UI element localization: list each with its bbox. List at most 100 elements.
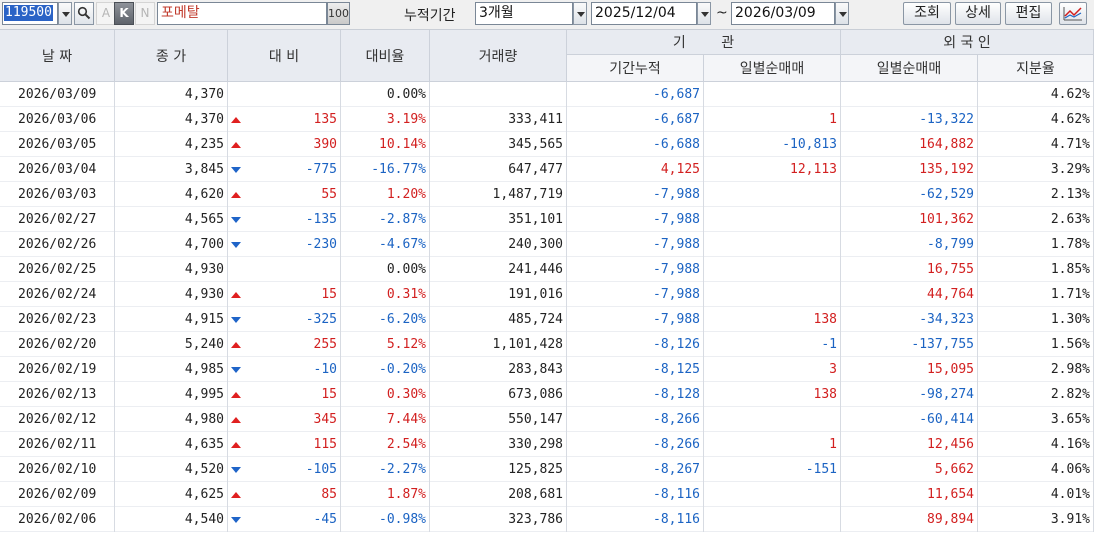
end-date-calendar-button[interactable] [835, 2, 849, 25]
cell-date-text: 2026/02/12 [18, 412, 97, 427]
period-select[interactable]: 3개월 [475, 2, 573, 25]
cell-change-rate: 1.87% [341, 482, 430, 507]
cell-foreign-share-text: 2.13% [1050, 187, 1090, 202]
cell-change-rate-text: 2.54% [386, 437, 426, 452]
start-date-input[interactable]: 2025/12/04 [591, 2, 697, 25]
table-row[interactable]: 2026/03/04 3,845 -775 -16.77% 647,477 4,125 12… [0, 157, 1094, 182]
cell-inst-cumulative-text: -8,125 [653, 362, 700, 377]
edit-button[interactable]: 편집 [1005, 2, 1052, 25]
col-header-date[interactable]: 날 짜 [0, 30, 115, 82]
market-k-toggle[interactable]: K [114, 2, 134, 25]
col-header-inst-cumulative[interactable]: 기간누적 [567, 55, 704, 82]
cell-change-rate: 7.44% [341, 407, 430, 432]
down-triangle-icon [231, 517, 241, 523]
stock-code-dropdown-button[interactable] [58, 2, 72, 25]
cell-foreign-daily: 5,662 [841, 457, 978, 482]
cell-change-rate-text: -6.20% [379, 312, 426, 327]
cell-volume-text: 323,786 [508, 512, 563, 527]
table-row[interactable]: 2026/02/10 4,520 -105 -2.27% 125,825 -8,267 -1… [0, 457, 1094, 482]
table-row[interactable]: 2026/02/19 4,985 -10 -0.20% 283,843 -8,125 3 15… [0, 357, 1094, 382]
down-triangle-icon [231, 467, 241, 473]
cell-volume: 330,298 [430, 432, 567, 457]
cell-foreign-share-text: 4.62% [1050, 87, 1090, 102]
cell-close-text: 4,995 [184, 387, 224, 402]
table-row[interactable]: 2026/03/09 4,370 0.00% -6,687 4.62% [0, 82, 1094, 107]
cell-inst-daily: 138 [704, 382, 841, 407]
table-row[interactable]: 2026/02/20 5,240 255 5.12% 1,101,428 -8,126 -1… [0, 332, 1094, 357]
table-row[interactable]: 2026/03/03 4,620 55 1.20% 1,487,719 -7,988 -62… [0, 182, 1094, 207]
table-row[interactable]: 2026/02/11 4,635 115 2.54% 330,298 -8,266 1 12,… [0, 432, 1094, 457]
cell-change-rate-text: -4.67% [379, 237, 426, 252]
cell-change-rate-text: 10.14% [379, 137, 426, 152]
cell-close: 4,995 [115, 382, 228, 407]
cell-change: 15 [228, 382, 341, 407]
search-icon-button[interactable] [74, 2, 94, 25]
col-header-foreign-share[interactable]: 지분율 [978, 55, 1094, 82]
cell-foreign-daily: -34,323 [841, 307, 978, 332]
cell-date-text: 2026/03/05 [18, 137, 97, 152]
market-n-toggle[interactable]: N [135, 2, 155, 25]
table-row[interactable]: 2026/02/09 4,625 85 1.87% 208,681 -8,116 11,65… [0, 482, 1094, 507]
cell-foreign-daily: 164,882 [841, 132, 978, 157]
col-header-change-rate[interactable]: 대비율 [341, 30, 430, 82]
detail-button[interactable]: 상세 [955, 2, 1001, 25]
end-date-input[interactable]: 2026/03/09 [731, 2, 835, 25]
cell-date: 2026/03/06 [0, 107, 115, 132]
table-row[interactable]: 2026/02/06 4,540 -45 -0.98% 323,786 -8,116 89,… [0, 507, 1094, 532]
table-row[interactable]: 2026/03/05 4,235 390 10.14% 345,565 -6,688 -10… [0, 132, 1094, 157]
col-header-close[interactable]: 종 가 [115, 30, 228, 82]
stock-code-input[interactable]: 119500 [2, 2, 58, 25]
down-triangle-icon [231, 317, 241, 323]
cell-change-rate: -2.27% [341, 457, 430, 482]
cell-volume-text: 330,298 [508, 437, 563, 452]
cell-foreign-daily-text: -34,323 [919, 312, 974, 327]
start-date-calendar-button[interactable] [697, 2, 711, 25]
cell-close-text: 4,635 [184, 437, 224, 452]
market-a-toggle[interactable]: A [96, 2, 116, 25]
table-row[interactable]: 2026/03/06 4,370 135 3.19% 333,411 -6,687 1 -13… [0, 107, 1094, 132]
chart-button[interactable] [1059, 2, 1087, 25]
cell-change: 390 [228, 132, 341, 157]
cell-inst-cumulative-text: -7,988 [653, 312, 700, 327]
table-row[interactable]: 2026/02/25 4,930 0.00% 241,446 -7,988 16,755 1… [0, 257, 1094, 282]
col-header-foreign-daily[interactable]: 일별순매매 [841, 55, 978, 82]
cell-foreign-share-text: 4.16% [1050, 437, 1090, 452]
table-row[interactable]: 2026/02/13 4,995 15 0.30% 673,086 -8,128 138 -9… [0, 382, 1094, 407]
col-header-inst-daily[interactable]: 일별순매매 [704, 55, 841, 82]
cell-foreign-share-text: 1.30% [1050, 312, 1090, 327]
cell-change-rate: 2.54% [341, 432, 430, 457]
down-triangle-icon [231, 217, 241, 223]
table-row[interactable]: 2026/02/26 4,700 -230 -4.67% 240,300 -7,988 -8… [0, 232, 1094, 257]
cell-change-text: -775 [305, 162, 337, 177]
col-header-volume[interactable]: 거래량 [430, 30, 567, 82]
cell-inst-cumulative-text: -7,988 [653, 187, 700, 202]
cell-close: 4,625 [115, 482, 228, 507]
cell-date: 2026/02/06 [0, 507, 115, 532]
stock-name-field[interactable]: 포메탈 [157, 2, 327, 25]
cell-close-text: 4,625 [184, 487, 224, 502]
cell-volume-text: 333,411 [508, 112, 563, 127]
cell-inst-daily [704, 282, 841, 307]
col-header-change[interactable]: 대 비 [228, 30, 341, 82]
cell-inst-cumulative: -7,988 [567, 182, 704, 207]
cell-inst-daily [704, 257, 841, 282]
cell-close: 4,620 [115, 182, 228, 207]
cell-foreign-share: 2.13% [978, 182, 1094, 207]
cell-inst-cumulative-text: -8,266 [653, 437, 700, 452]
table-row[interactable]: 2026/02/27 4,565 -135 -2.87% 351,101 -7,988 10… [0, 207, 1094, 232]
period-dropdown-button[interactable] [573, 2, 587, 25]
table-row[interactable]: 2026/02/24 4,930 15 0.31% 191,016 -7,988 44,76… [0, 282, 1094, 307]
cell-inst-daily-text: 138 [813, 312, 837, 327]
cell-date-text: 2026/02/10 [18, 462, 97, 477]
cell-inst-daily-text: 138 [813, 387, 837, 402]
cell-change-text: 85 [321, 487, 337, 502]
cell-foreign-share: 2.82% [978, 382, 1094, 407]
cell-volume-text: 1,101,428 [492, 337, 563, 352]
cell-inst-daily [704, 407, 841, 432]
table-row[interactable]: 2026/02/23 4,915 -325 -6.20% 485,724 -7,988 13… [0, 307, 1094, 332]
up-triangle-icon [231, 392, 241, 398]
search-button[interactable]: 조회 [903, 2, 951, 25]
table-row[interactable]: 2026/02/12 4,980 345 7.44% 550,147 -8,266 -60,… [0, 407, 1094, 432]
cell-foreign-share-text: 1.56% [1050, 337, 1090, 352]
cell-volume: 647,477 [430, 157, 567, 182]
